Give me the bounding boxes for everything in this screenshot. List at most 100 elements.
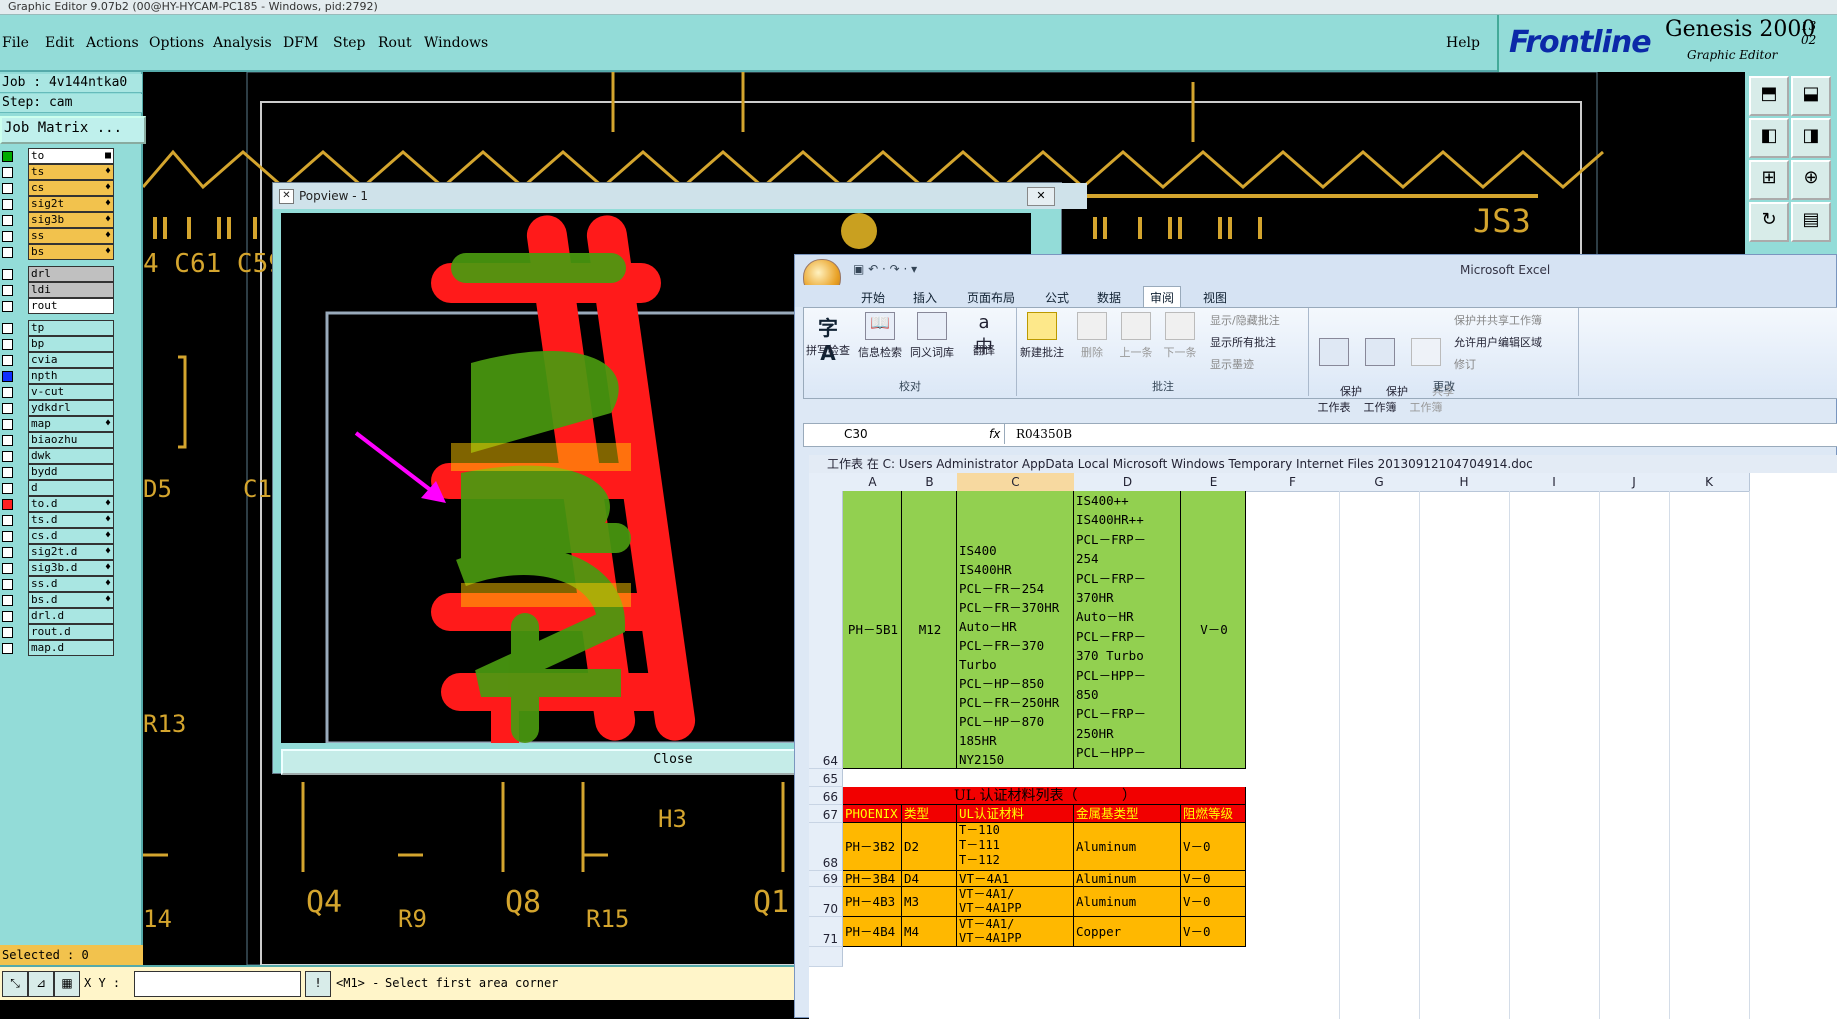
table-cell[interactable]: PHOENIX UL: [843, 805, 902, 823]
table-cell[interactable]: Aluminum: [1074, 823, 1181, 871]
layer-name[interactable]: ydkdrl: [28, 400, 114, 416]
function-icon[interactable]: fx: [989, 424, 1000, 444]
popview-titlebar[interactable]: ✕ Popview - 1: [273, 183, 1087, 209]
job-matrix-button[interactable]: Job Matrix ...: [0, 116, 146, 144]
layer-row[interactable]: sig3b.d ♦: [0, 560, 118, 576]
thesaurus-button[interactable]: 同义词库: [910, 312, 954, 360]
layer-checkbox[interactable]: [2, 183, 13, 194]
row-header[interactable]: 71: [809, 917, 843, 947]
zoom-fit-icon[interactable]: ⊞: [1749, 160, 1789, 200]
layer-checkbox[interactable]: [2, 483, 13, 494]
table-cell[interactable]: 阻燃等级: [1181, 805, 1246, 823]
row-header[interactable]: 68: [809, 823, 843, 871]
spellcheck-button[interactable]: 字A 拼写检查: [806, 312, 850, 365]
menu-windows[interactable]: Windows: [424, 35, 488, 51]
menu-help[interactable]: Help: [1446, 35, 1480, 51]
layer-row[interactable]: ts.d ♦: [0, 512, 118, 528]
layer-name[interactable]: bp: [28, 336, 114, 352]
layer-name[interactable]: cs ♦: [28, 180, 114, 196]
layer-name[interactable]: bydd: [28, 464, 114, 480]
layer-row[interactable]: bs.d ♦: [0, 592, 118, 608]
layer-checkbox[interactable]: [2, 215, 13, 226]
table-cell[interactable]: VT－4A1/ VT－4A1PP: [957, 917, 1074, 947]
layer-name[interactable]: drl: [28, 266, 114, 282]
layer-row[interactable]: drl.d: [0, 608, 118, 624]
layer-name[interactable]: ss ♦: [28, 228, 114, 244]
zoom-area-icon[interactable]: ⤡: [2, 971, 28, 997]
layer-name[interactable]: rout.d: [28, 624, 114, 640]
delete-comment-button[interactable]: 删除: [1070, 312, 1114, 360]
layer-row[interactable]: sig2t.d ♦: [0, 544, 118, 560]
menu-file[interactable]: File: [2, 35, 29, 51]
row-header[interactable]: 70: [809, 887, 843, 917]
layer-row[interactable]: v-cut: [0, 384, 118, 400]
layer-name[interactable]: sig3b.d ♦: [28, 560, 114, 576]
table-cell[interactable]: Copper: [1074, 917, 1181, 947]
table-cell[interactable]: PH－3B4: [843, 871, 902, 887]
menu-edit[interactable]: Edit: [45, 35, 74, 51]
table-cell[interactable]: V－0: [1181, 917, 1246, 947]
protect-sheet-button[interactable]: 保护 工作表: [1312, 312, 1362, 428]
tab-view[interactable]: 视图: [1203, 289, 1227, 306]
layer-name[interactable]: ss.d ♦: [28, 576, 114, 592]
layer-name[interactable]: rout: [28, 298, 114, 314]
info-icon[interactable]: !: [305, 971, 331, 997]
layer-checkbox[interactable]: [2, 611, 13, 622]
layer-row[interactable]: d: [0, 480, 118, 496]
tab-page-layout[interactable]: 页面布局: [967, 289, 1015, 306]
layer-row[interactable]: map.d: [0, 640, 118, 656]
track-changes[interactable]: 修订: [1454, 356, 1476, 372]
layer-checkbox[interactable]: [2, 167, 13, 178]
layer-checkbox[interactable]: [2, 371, 13, 382]
layer-checkbox[interactable]: [2, 643, 13, 654]
menu-rout[interactable]: Rout: [378, 35, 412, 51]
layer-checkbox[interactable]: [2, 499, 13, 510]
layer-name[interactable]: tp: [28, 320, 114, 336]
table-cell[interactable]: VT－4A1: [957, 871, 1074, 887]
share-workbook-button[interactable]: 共享 工作簿: [1404, 312, 1454, 428]
table-cell[interactable]: V－0: [1181, 823, 1246, 871]
layer-name[interactable]: dwk: [28, 448, 114, 464]
layer-checkbox[interactable]: [2, 419, 13, 430]
layer-checkbox[interactable]: [2, 563, 13, 574]
layer-checkbox[interactable]: [2, 387, 13, 398]
layer-name[interactable]: sig2t ♦: [28, 196, 114, 212]
menu-analysis[interactable]: Analysis: [213, 35, 272, 51]
column-header[interactable]: H: [1419, 473, 1510, 492]
layer-checkbox[interactable]: [2, 301, 13, 312]
select-all-corner[interactable]: [809, 473, 844, 492]
layer-row[interactable]: bp: [0, 336, 118, 352]
column-header[interactable]: K: [1669, 473, 1750, 492]
row-header[interactable]: 65: [809, 769, 843, 787]
layer-checkbox[interactable]: [2, 579, 13, 590]
layer-checkbox[interactable]: [2, 247, 13, 258]
table-cell[interactable]: T－110 T－111 T－112: [957, 823, 1074, 871]
layer-checkbox[interactable]: [2, 199, 13, 210]
tab-home[interactable]: 开始: [861, 289, 885, 306]
tab-formulas[interactable]: 公式: [1045, 289, 1069, 306]
table-cell[interactable]: D2: [902, 823, 957, 871]
layer-checkbox[interactable]: [2, 151, 13, 162]
menu-step[interactable]: Step: [333, 35, 365, 51]
layer-row[interactable]: rout: [0, 298, 118, 314]
show-all-comments[interactable]: 显示所有批注: [1210, 334, 1276, 350]
row-header[interactable]: 69: [809, 871, 843, 887]
layer-row[interactable]: cvia: [0, 352, 118, 368]
layer-name[interactable]: to ■: [28, 148, 114, 164]
workbook-titlebar[interactable]: 工作表 在 C: Users Administrator AppData Loc…: [809, 455, 1837, 473]
translate-button[interactable]: a中 翻译: [962, 312, 1006, 358]
layer-row[interactable]: tp: [0, 320, 118, 336]
layer-row[interactable]: ss.d ♦: [0, 576, 118, 592]
table-cell[interactable]: Aluminum: [1074, 887, 1181, 917]
table-cell[interactable]: Aluminum: [1074, 871, 1181, 887]
measure-icon[interactable]: ⊿: [28, 971, 54, 997]
research-button[interactable]: 📖 信息检索: [858, 312, 902, 360]
layer-row[interactable]: ldi: [0, 282, 118, 298]
layer-checkbox[interactable]: [2, 355, 13, 366]
table-cell[interactable]: PH－4B4: [843, 917, 902, 947]
next-comment-button[interactable]: 下一条: [1158, 312, 1202, 360]
layer-row[interactable]: dwk: [0, 448, 118, 464]
table-cell[interactable]: PH－4B3: [843, 887, 902, 917]
new-comment-button[interactable]: 新建批注: [1020, 312, 1064, 360]
show-hide-comment[interactable]: 显示/隐藏批注: [1210, 312, 1280, 328]
